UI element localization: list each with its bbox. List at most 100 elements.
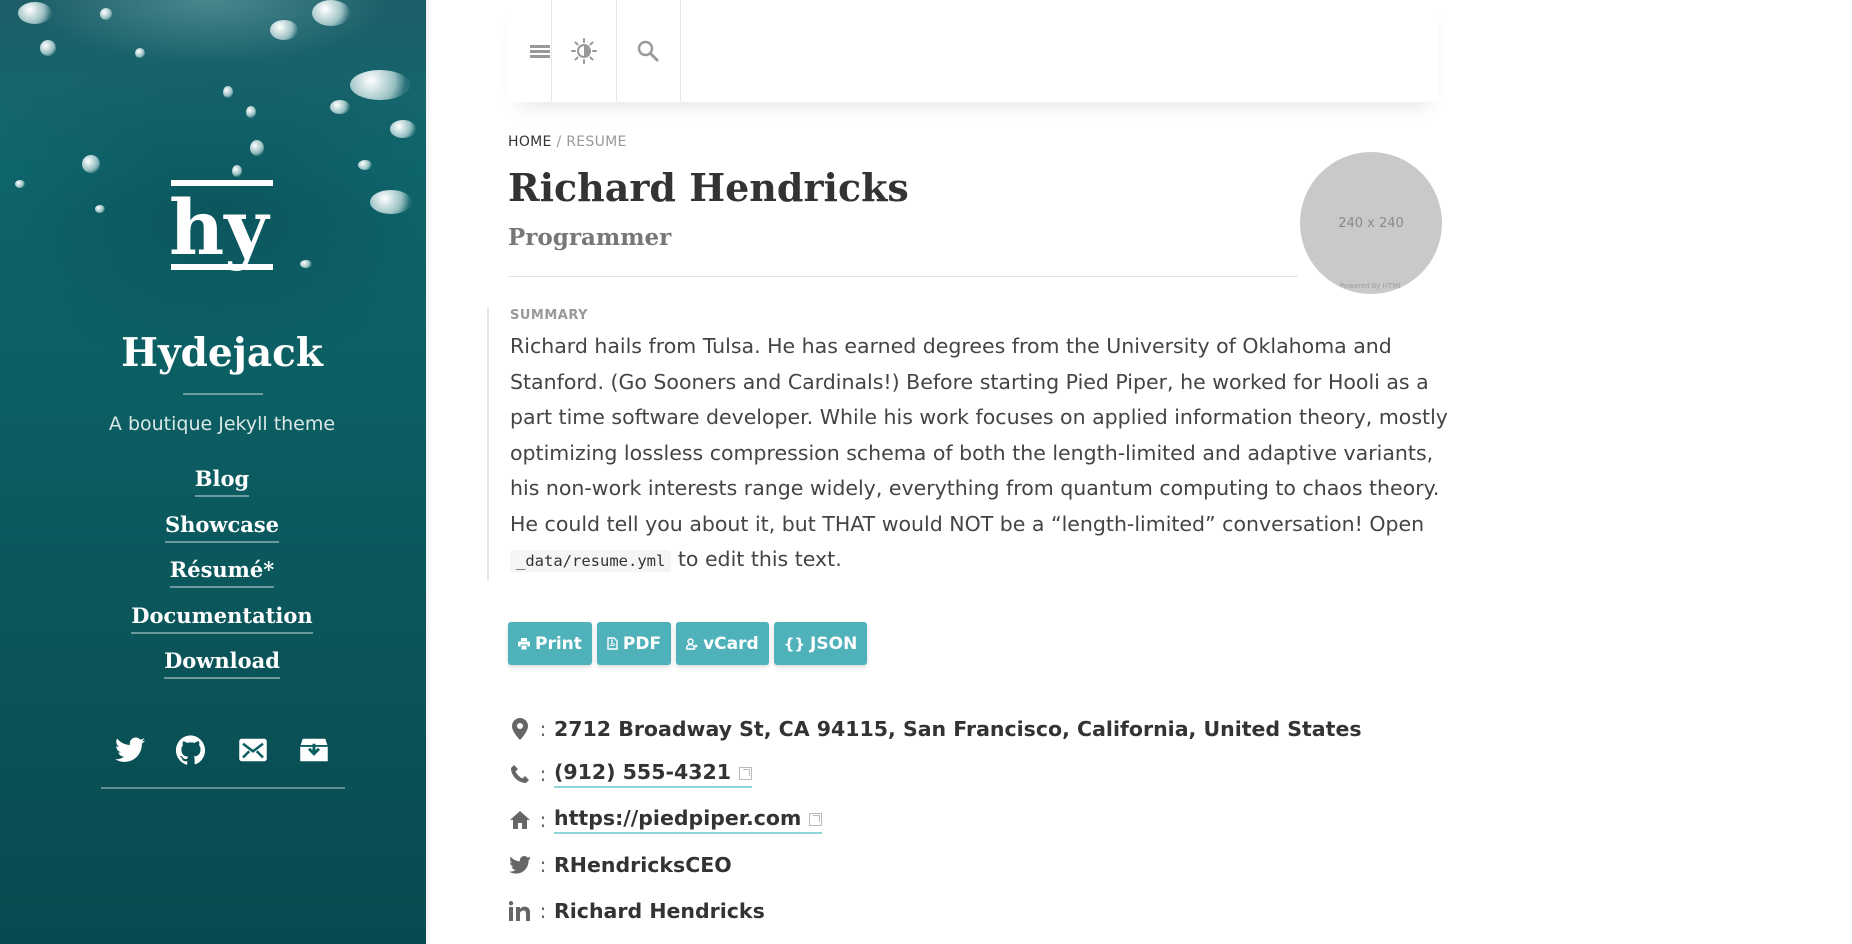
contact-colon: :: [539, 898, 547, 923]
bubble-decoration: [390, 120, 416, 138]
address-value: 2712 Broadway St, CA 94115, San Francisc…: [554, 716, 1362, 741]
bubble-decoration: [135, 48, 145, 58]
social-links: [112, 732, 332, 768]
github-icon[interactable]: [173, 732, 209, 768]
vcard-button[interactable]: vCard: [676, 622, 769, 665]
bubble-decoration: [370, 190, 412, 214]
email-icon[interactable]: [235, 732, 271, 768]
summary-body: Richard hails from Tulsa. He has earned …: [510, 334, 1448, 536]
sidebar: hy Hydejack A boutique Jekyll theme Blog…: [0, 0, 426, 944]
nav-label: Résumé*: [169, 556, 275, 588]
nav-label: Blog: [194, 465, 250, 497]
bubble-decoration: [95, 205, 105, 213]
bubble-decoration: [246, 106, 256, 118]
contact-colon: :: [539, 762, 547, 787]
print-icon: [518, 637, 530, 650]
json-button[interactable]: {} JSON: [773, 622, 868, 665]
bubble-decoration: [223, 86, 233, 98]
nav-label: Showcase: [164, 511, 280, 543]
twitter-icon[interactable]: [112, 732, 148, 768]
hydejack-logo[interactable]: hy: [169, 180, 275, 272]
bubble-decoration: [358, 160, 372, 170]
bubble-decoration: [330, 100, 350, 114]
bubble-decoration: [350, 70, 410, 100]
contact-list: : 2712 Broadway St, CA 94115, San Franci…: [508, 706, 1362, 934]
breadcrumb-home[interactable]: HOME: [508, 134, 552, 150]
logo-text: hy: [169, 183, 270, 272]
social-divider: [101, 787, 345, 789]
nav-label: Download: [164, 647, 280, 679]
contact-colon: :: [539, 716, 547, 741]
bubble-decoration: [232, 165, 242, 177]
summary-body-end: to edit this text.: [677, 547, 842, 571]
page-title: Richard Hendricks: [508, 165, 909, 210]
pdf-label: PDF: [622, 633, 662, 654]
site-title[interactable]: Hydejack: [0, 330, 426, 376]
phone-icon: [508, 761, 532, 787]
summary-section: SUMMARY Richard hails from Tulsa. He has…: [487, 308, 1450, 580]
bubble-decoration: [312, 0, 350, 26]
sidebar-nav: Blog Showcase Résumé* Documentation Down…: [0, 465, 426, 693]
bubble-decoration: [100, 8, 112, 20]
nav-item-resume[interactable]: Résumé*: [0, 556, 426, 602]
download-box-icon[interactable]: [296, 732, 332, 768]
website-value: https://piedpiper.com: [554, 805, 802, 830]
summary-heading: SUMMARY: [510, 308, 589, 323]
bubble-decoration: [15, 180, 25, 188]
contact-colon: :: [539, 853, 547, 878]
toolbar-divider: [680, 0, 681, 102]
contact-colon: :: [539, 807, 547, 832]
linkedin-value: Richard Hendricks: [554, 898, 765, 923]
home-icon: [508, 807, 532, 833]
contact-twitter: : RHendricksCEO: [508, 843, 1362, 889]
external-link-icon: [739, 767, 753, 781]
avatar: 240 x 240 Powered by HTML: [1300, 152, 1442, 294]
breadcrumb: HOME / RESUME: [508, 134, 627, 150]
contact-website: : https://piedpiper.com: [508, 797, 1362, 843]
linkedin-icon: [508, 898, 532, 924]
header-divider: [508, 276, 1298, 277]
website-link[interactable]: https://piedpiper.com: [554, 805, 823, 834]
contact-phone: : (912) 555-4321: [508, 752, 1362, 798]
pdf-icon: [607, 637, 618, 650]
bubble-decoration: [18, 2, 52, 24]
bubble-decoration: [270, 20, 298, 40]
avatar-placeholder-text: 240 x 240: [1338, 215, 1404, 231]
summary-text: Richard hails from Tulsa. He has earned …: [510, 329, 1450, 580]
location-pin-icon: [508, 716, 532, 742]
twitter-value: RHendricksCEO: [554, 853, 732, 878]
site-tagline: A boutique Jekyll theme: [108, 413, 336, 435]
vcard-icon: [686, 637, 698, 650]
json-label: JSON: [810, 633, 858, 654]
print-label: Print: [535, 633, 582, 654]
phone-link[interactable]: (912) 555-4321: [554, 760, 753, 789]
bubble-decoration: [250, 140, 264, 156]
print-button[interactable]: Print: [508, 622, 592, 665]
json-icon: {}: [783, 634, 806, 653]
title-divider: [183, 393, 263, 395]
job-title: Programmer: [508, 224, 672, 251]
bubble-decoration: [300, 260, 312, 268]
avatar-powered-text: Powered by HTML: [1339, 282, 1403, 290]
search-icon[interactable]: [616, 0, 680, 102]
pdf-button[interactable]: PDF: [596, 622, 672, 665]
breadcrumb-current: RESUME: [566, 134, 627, 150]
nav-item-documentation[interactable]: Documentation: [0, 602, 426, 648]
nav-item-blog[interactable]: Blog: [0, 465, 426, 511]
external-link-icon: [809, 812, 823, 826]
nav-label: Documentation: [131, 602, 313, 634]
breadcrumb-separator: /: [556, 134, 562, 150]
vcard-label: vCard: [703, 633, 759, 654]
top-bar: [508, 0, 1438, 102]
bubble-decoration: [40, 40, 56, 56]
nav-item-showcase[interactable]: Showcase: [0, 511, 426, 557]
bubble-decoration: [82, 155, 100, 173]
download-buttons: Print PDF vCard {} JSON: [508, 622, 868, 665]
twitter-icon: [508, 852, 532, 878]
nav-item-download[interactable]: Download: [0, 647, 426, 693]
summary-code: _data/resume.yml: [510, 550, 672, 572]
contact-linkedin: : Richard Hendricks: [508, 888, 1362, 934]
contact-address: : 2712 Broadway St, CA 94115, San Franci…: [508, 706, 1362, 752]
theme-toggle-icon[interactable]: [552, 0, 616, 102]
phone-value: (912) 555-4321: [554, 760, 732, 785]
